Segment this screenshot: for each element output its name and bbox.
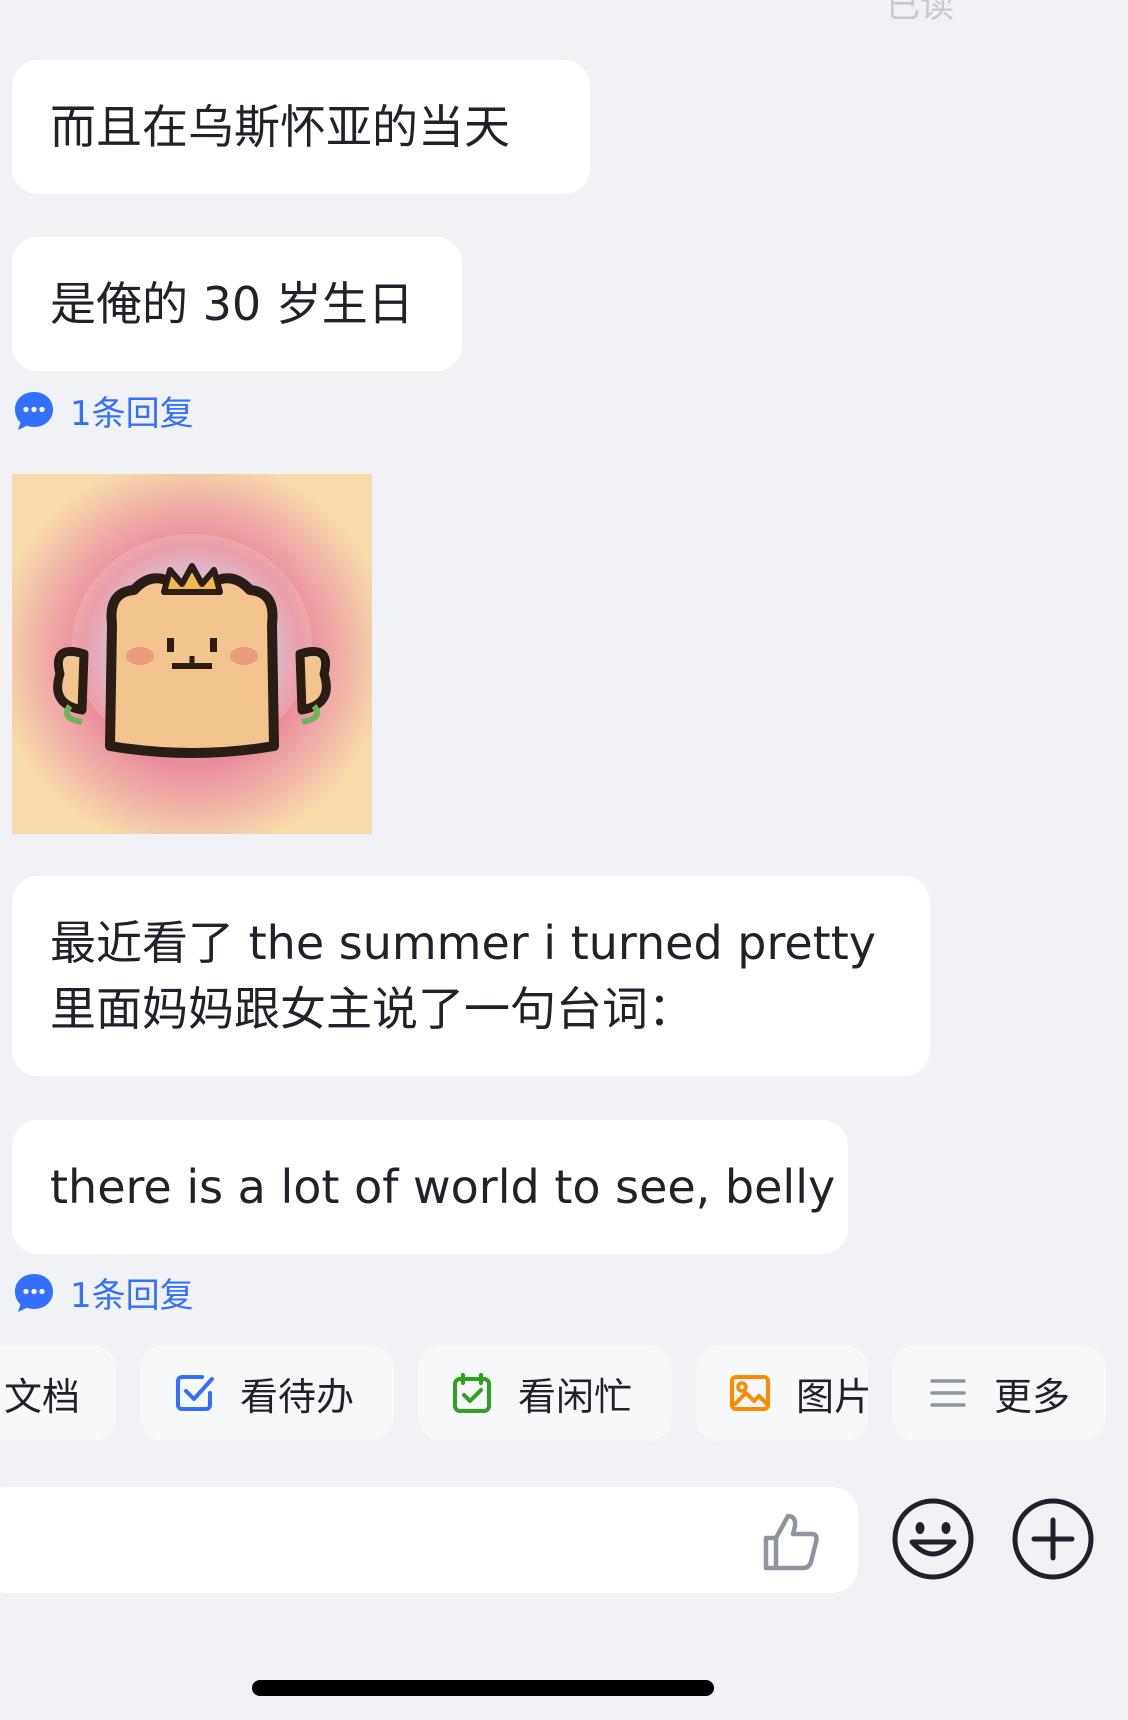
plus-circle-icon[interactable] [1010, 1496, 1096, 1582]
sticker-image[interactable] [12, 474, 372, 834]
quick-action-doc[interactable]: 文档 [0, 1345, 116, 1441]
read-status-fragment: 已读 [886, 0, 954, 26]
chat-screen: 已读 而且在乌斯怀亚的当天 是俺的 30 岁生日 1条回复 最近看了 the s… [0, 0, 1128, 1720]
reply-count-label: 1条回复 [70, 394, 194, 434]
menu-lines-icon [930, 1379, 966, 1407]
reply-bubble-icon [15, 391, 53, 430]
emoji-smile-icon[interactable] [890, 1496, 976, 1582]
bear-with-crown-sticker-icon [12, 474, 372, 834]
message-bubble[interactable]: 而且在乌斯怀亚的当天 [12, 60, 590, 194]
reply-bubble-icon [15, 1273, 53, 1312]
quick-action-label: 图片 [796, 1374, 868, 1419]
quick-action-todo[interactable]: 看待办 [140, 1345, 394, 1441]
quick-action-label: 文档 [4, 1374, 81, 1419]
message-bubble[interactable]: 是俺的 30 岁生日 [12, 237, 462, 371]
thread-reply-link[interactable]: 1条回复 [12, 386, 194, 435]
quick-action-more[interactable]: 更多 [892, 1345, 1106, 1441]
message-text-line: 里面妈妈跟女主说了一句台词： [50, 982, 694, 1036]
message-bubble[interactable]: 最近看了 the summer i turned pretty 里面妈妈跟女主说… [12, 876, 930, 1076]
thread-reply-link[interactable]: 1条回复 [12, 1268, 194, 1317]
quick-action-availability[interactable]: 看闲忙 [418, 1345, 672, 1441]
quick-action-bar: 文档 看待办 看闲忙 图片 更多 [0, 1345, 1128, 1441]
reply-count-label: 1条回复 [70, 1276, 194, 1316]
message-text: 而且在乌斯怀亚的当天 [50, 100, 510, 154]
calendar-check-icon [453, 1373, 491, 1413]
message-text-line: 最近看了 the summer i turned pretty [50, 916, 876, 970]
message-text: 是俺的 30 岁生日 [50, 277, 414, 331]
message-bubble[interactable]: there is a lot of world to see, belly [12, 1120, 848, 1254]
quick-action-label: 看闲忙 [518, 1374, 633, 1419]
todo-checkbox-icon [176, 1375, 214, 1411]
home-indicator [252, 1680, 714, 1696]
quick-action-label: 看待办 [240, 1374, 355, 1419]
quick-action-image[interactable]: 图片 [696, 1345, 868, 1441]
image-icon [730, 1375, 770, 1411]
message-input[interactable] [0, 1487, 858, 1593]
quick-action-label: 更多 [994, 1374, 1071, 1419]
thumbs-up-icon[interactable] [758, 1508, 824, 1574]
message-text: there is a lot of world to see, belly [50, 1160, 836, 1214]
